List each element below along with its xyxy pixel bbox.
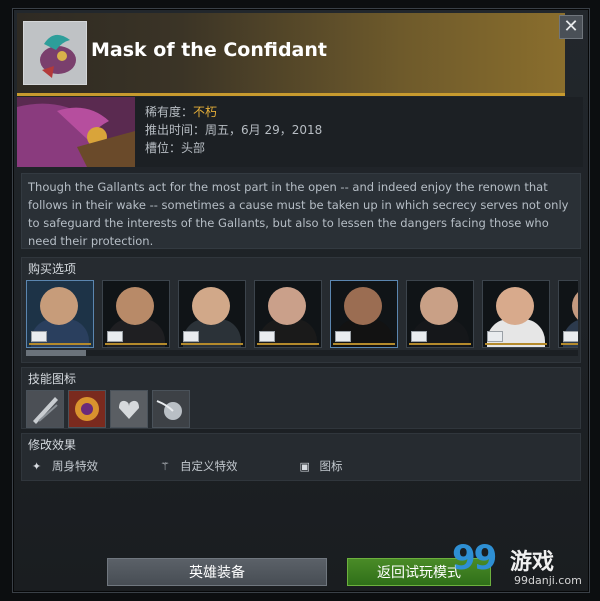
ability-orb-icon[interactable]: [152, 390, 190, 428]
modifications-section: 修改效果 ✦ 周身特效 ⚚ 自定义特效 ▣ 图标: [21, 433, 581, 481]
treasure-chest-icon: [183, 331, 199, 342]
buy-options-section: 购买选项: [21, 257, 581, 363]
hero-gear-button[interactable]: 英雄装备: [107, 558, 327, 586]
buy-option-2[interactable]: [102, 280, 170, 348]
item-detail-dialog: Mask of the Confidant ✕ 稀有度：不朽 推出时间：周五，6…: [12, 8, 590, 593]
modifications-list: ✦ 周身特效 ⚚ 自定义特效 ▣ 图标: [32, 458, 405, 474]
mod-label: 自定义特效: [180, 459, 238, 473]
scrollbar-thumb[interactable]: [26, 350, 86, 356]
treasure-chest-icon: [563, 331, 578, 342]
cube-icon: ▣: [299, 459, 310, 473]
treasure-chest-icon: [31, 331, 47, 342]
slot-line: 槽位：头部: [145, 139, 322, 157]
ability-blade-icon[interactable]: [26, 390, 64, 428]
buy-option-5[interactable]: [330, 280, 398, 348]
buy-option-3[interactable]: [178, 280, 246, 348]
item-thumbnail: [23, 21, 87, 85]
mod-label: 周身特效: [52, 459, 98, 473]
modifications-title: 修改效果: [28, 438, 77, 452]
ability-icons-list: [26, 390, 190, 428]
buy-option-1[interactable]: [26, 280, 94, 348]
rarity-value: 不朽: [193, 105, 218, 119]
release-value: 周五，6月 29，2018: [205, 123, 323, 137]
wand-icon: ⚚: [160, 459, 170, 473]
treasure-chest-icon: [259, 331, 275, 342]
ability-heart-icon[interactable]: [110, 390, 148, 428]
buy-option-4[interactable]: [254, 280, 322, 348]
close-icon[interactable]: ✕: [559, 15, 583, 39]
mod-ambient-effect: ✦ 周身特效: [32, 458, 98, 474]
item-description: Though the Gallants act for the most par…: [21, 173, 581, 249]
ability-shield-icon[interactable]: [68, 390, 106, 428]
treasure-chest-icon: [411, 331, 427, 342]
watermark-url: 99danji.com: [514, 574, 582, 587]
buy-option-7[interactable]: [482, 280, 550, 348]
item-title: Mask of the Confidant: [91, 39, 327, 61]
watermark-number: 99: [452, 538, 497, 578]
watermark-text: 游戏: [510, 550, 555, 575]
item-meta: 稀有度：不朽 推出时间：周五，6月 29，2018 槽位：头部: [145, 103, 322, 157]
buy-options-list: [26, 280, 578, 348]
buy-options-scrollbar[interactable]: [26, 350, 578, 356]
release-label: 推出时间：: [145, 123, 206, 137]
ability-icons-title: 技能图标: [28, 372, 77, 386]
ability-icons-section: 技能图标: [21, 367, 581, 429]
treasure-chest-icon: [487, 331, 503, 342]
rarity-line: 稀有度：不朽: [145, 103, 322, 121]
buy-option-8[interactable]: [558, 280, 578, 348]
buy-options-title: 购买选项: [28, 262, 77, 276]
mod-custom-effect: ⚚ 自定义特效: [160, 458, 238, 474]
mod-label: 图标: [319, 459, 343, 473]
treasure-chest-icon: [107, 331, 123, 342]
item-info: 稀有度：不朽 推出时间：周五，6月 29，2018 槽位：头部: [17, 97, 583, 167]
release-line: 推出时间：周五，6月 29，2018: [145, 121, 322, 139]
buy-option-6[interactable]: [406, 280, 474, 348]
slot-value: 头部: [181, 141, 206, 155]
watermark-logo: 99 游戏 99danji.com: [452, 538, 598, 598]
rarity-label: 稀有度：: [145, 105, 194, 119]
item-header: Mask of the Confidant: [17, 13, 565, 96]
hero-banner-image: [17, 97, 135, 167]
slot-label: 槽位：: [145, 141, 182, 155]
mod-icon: ▣ 图标: [300, 458, 343, 474]
treasure-chest-icon: [335, 331, 351, 342]
sparkle-icon: ✦: [32, 459, 42, 473]
